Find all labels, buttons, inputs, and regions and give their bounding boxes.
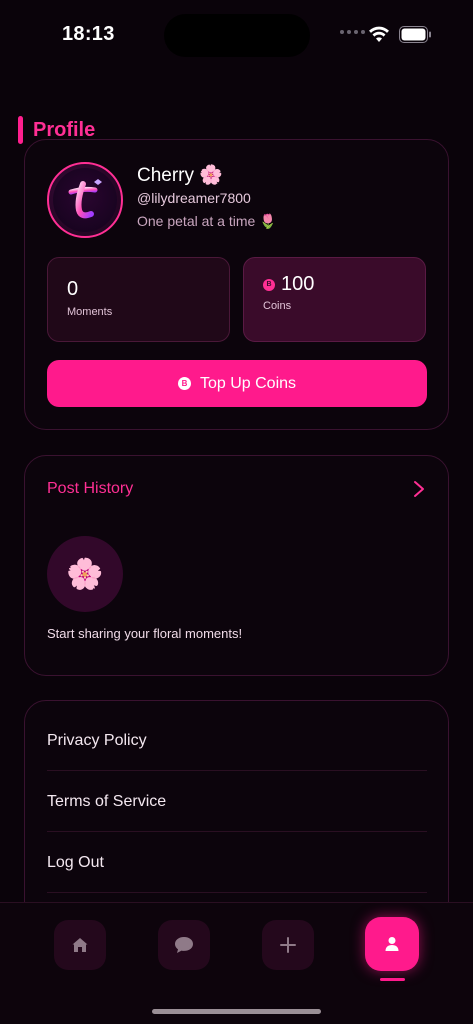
dynamic-island: [164, 14, 310, 57]
post-history-card[interactable]: Post History 🌸 Start sharing your floral…: [24, 455, 449, 676]
coins-label: Coins: [263, 300, 292, 312]
tab-chat[interactable]: [158, 920, 210, 970]
terms-of-service-item[interactable]: Terms of Service: [47, 772, 427, 832]
status-time: 18:13: [62, 23, 115, 45]
coin-icon: B: [263, 278, 275, 291]
active-tab-indicator: [380, 978, 405, 981]
plus-icon: [280, 937, 296, 953]
top-up-coins-button[interactable]: B Top Up Coins: [47, 360, 427, 407]
flower-icon: 🌸: [47, 536, 123, 612]
status-bar: 18:13: [0, 0, 473, 70]
coins-row: B 100: [263, 273, 314, 296]
avatar[interactable]: [47, 162, 123, 238]
home-indicator: [152, 1009, 321, 1014]
home-icon: [72, 938, 88, 952]
log-out-item[interactable]: Log Out: [47, 833, 427, 893]
signal-icon: [340, 30, 365, 34]
profile-card: Cherry 🌸 @lilydreamer7800 One petal at a…: [24, 139, 449, 430]
moments-label: Moments: [67, 306, 113, 318]
chat-bubble-icon: [175, 937, 193, 953]
tab-bar: [0, 902, 473, 1024]
user-name: Cherry 🌸: [137, 165, 223, 186]
chevron-right-icon[interactable]: [413, 480, 425, 498]
user-bio: One petal at a time 🌷: [137, 213, 277, 229]
header-accent-bar: [18, 116, 23, 144]
moments-stat[interactable]: 0 Moments: [47, 257, 230, 342]
user-icon: [385, 937, 399, 951]
tab-home[interactable]: [54, 920, 106, 970]
privacy-policy-item[interactable]: Privacy Policy: [47, 711, 427, 771]
coin-icon: B: [177, 377, 191, 390]
top-up-label: Top Up Coins: [199, 374, 297, 392]
battery-icon: [399, 26, 431, 43]
app-logo-icon: [53, 168, 117, 232]
coins-stat[interactable]: B 100 Coins: [243, 257, 426, 342]
coins-count: 100: [281, 273, 315, 295]
tab-add[interactable]: [262, 920, 314, 970]
user-handle: @lilydreamer7800: [137, 190, 251, 206]
tab-profile[interactable]: [365, 917, 419, 971]
post-history-title: Post History: [47, 480, 134, 497]
moments-count: 0: [67, 278, 79, 300]
empty-history-text: Start sharing your floral moments!: [47, 626, 243, 641]
wifi-icon: [369, 26, 389, 42]
